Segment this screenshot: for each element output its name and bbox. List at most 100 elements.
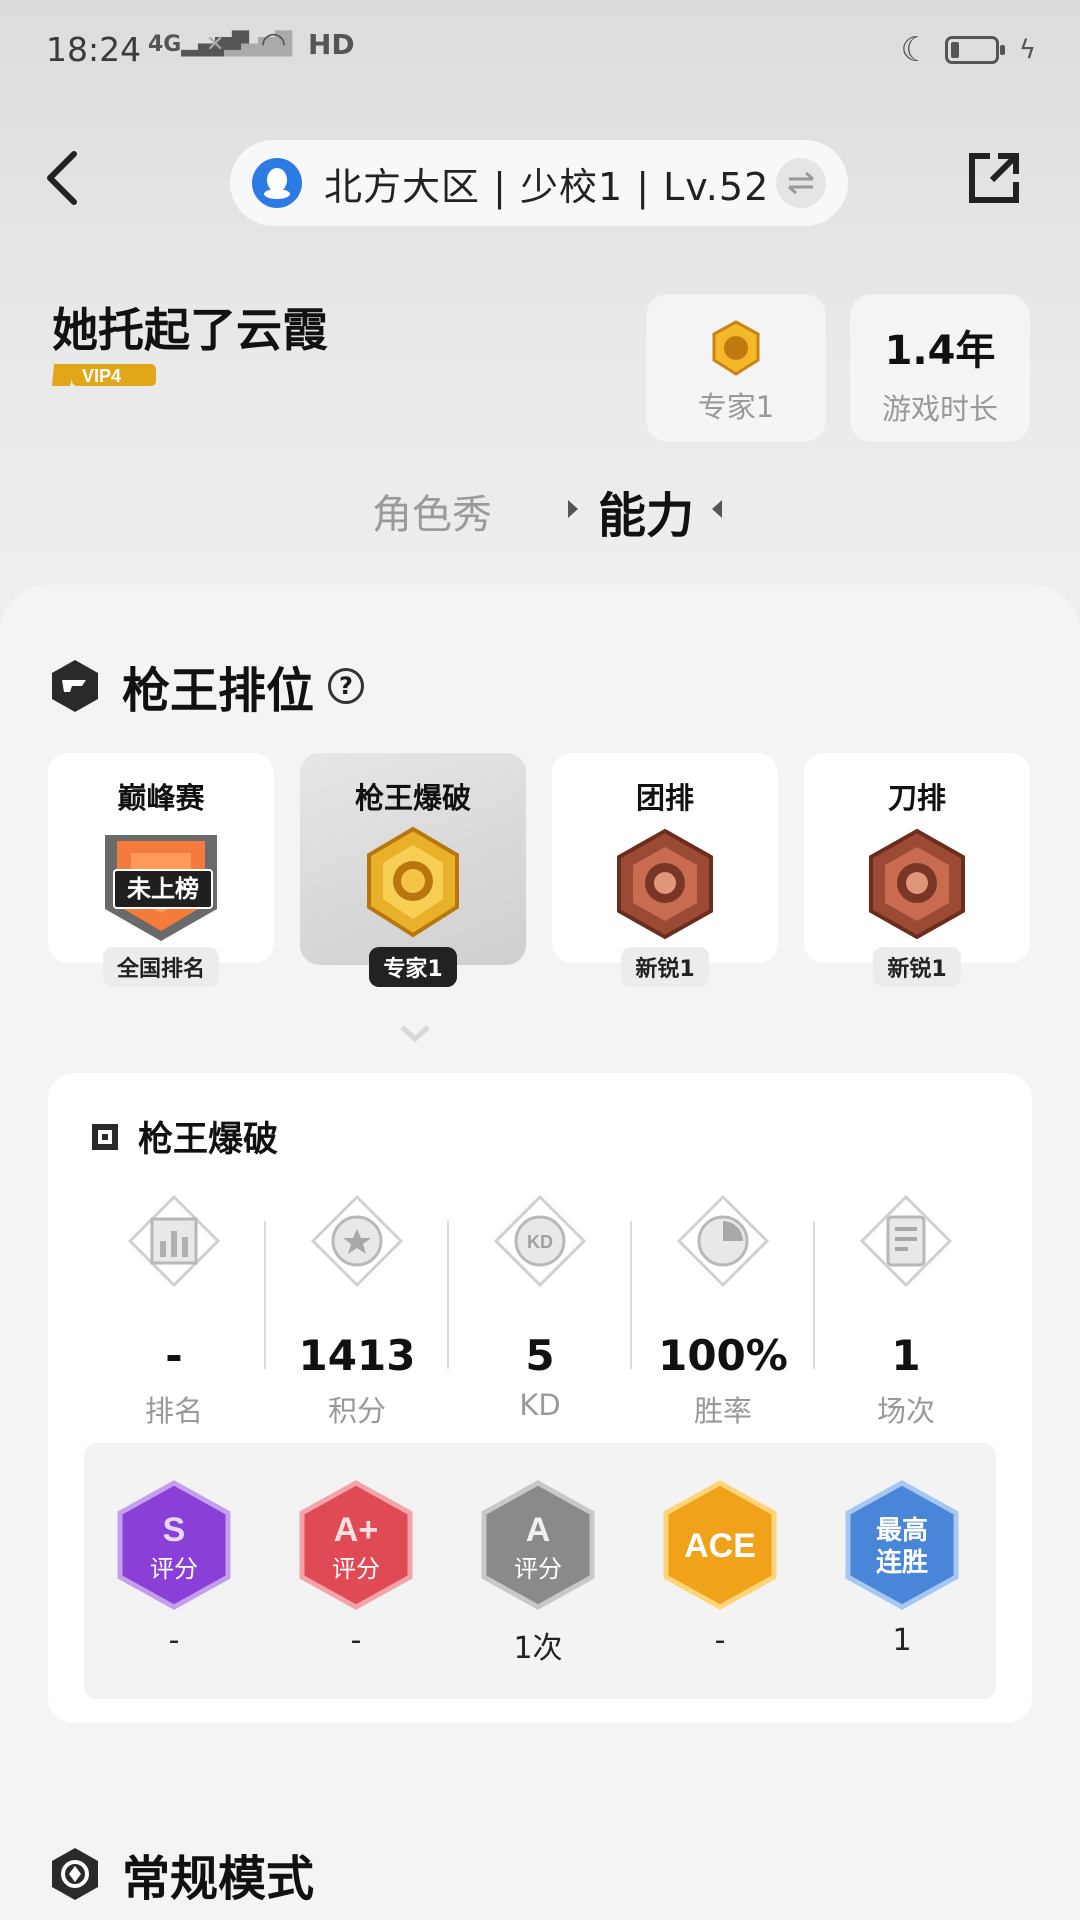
ace-grade-icon: ACE [663, 1480, 777, 1610]
grade-value: - [350, 1623, 362, 1658]
bronze-rank-medal-icon [605, 825, 725, 945]
status-time: 18:24 [46, 30, 142, 69]
grade-max-streak: 最高 连胜 1 [836, 1479, 968, 1658]
rank-medal-icon [712, 320, 760, 376]
hd-label: HD [308, 28, 355, 61]
grade-value: 1 [892, 1623, 912, 1658]
detail-panel-header: 枪王爆破 [90, 1111, 278, 1162]
stat-label: KD [519, 1388, 561, 1422]
stat-value: 1413 [298, 1331, 416, 1380]
grade-a-plus: A+ 评分 - [290, 1479, 422, 1658]
network-type-label: 4G [148, 32, 182, 57]
rank-card[interactable]: 专家1 [646, 294, 826, 442]
rank-card-name: 枪王爆破 [354, 781, 471, 815]
rank-card-name: 巅峰赛 [117, 781, 205, 815]
stat-score: 1413 积分 [267, 1194, 447, 1430]
s-grade-icon: S 评分 [117, 1480, 231, 1610]
grade-bottom-text: 评分 [332, 1555, 380, 1583]
grade-value: - [714, 1623, 726, 1658]
document-icon [859, 1194, 953, 1288]
rank-card-knife[interactable]: 刀排 新锐1 [804, 753, 1030, 987]
peak-badge-icon: 未上榜 [101, 825, 221, 945]
help-icon[interactable]: ? [328, 668, 365, 704]
status-bar: 18:24 4G▂▄▆█ ✕▂▄▆█ ◠ HD ☾ ϟ [0, 0, 1080, 100]
ranked-section-title: 枪王排位 [122, 663, 315, 719]
normal-mode-section-header: 常规模式 [50, 1839, 314, 1909]
grade-top-text: S [163, 1511, 186, 1549]
ranked-section-header: 枪王排位 ? [50, 651, 365, 721]
kd-icon: KD [493, 1194, 587, 1288]
grade-top-text: 最高 [876, 1515, 928, 1546]
stat-value: - [165, 1331, 183, 1380]
svg-text:KD: KD [527, 1232, 553, 1252]
grade-value: 1次 [513, 1631, 563, 1666]
not-listed-badge: 未上榜 [113, 869, 213, 909]
tab-character-show[interactable]: 角色秀 [372, 482, 492, 540]
star-medal-icon [310, 1194, 404, 1288]
rank-card-team[interactable]: 团排 新锐1 [552, 753, 778, 987]
cf-logo-icon [52, 660, 98, 712]
chevron-left-icon [47, 151, 77, 205]
username: 她托起了云霞 [52, 303, 328, 357]
stat-win-rate: 100% 胜率 [633, 1194, 813, 1430]
server-switcher[interactable]: 北方大区 | 少校1 | Lv.52 [230, 140, 848, 226]
tab-arrow-right-icon [712, 500, 722, 518]
max-streak-icon: 最高 连胜 [845, 1480, 959, 1610]
divider [264, 1221, 266, 1369]
stat-value: 100% [658, 1331, 788, 1380]
hd-icon: HD [308, 28, 355, 61]
server-info-text: 北方大区 | 少校1 | Lv.52 [324, 164, 770, 209]
battery-icon [944, 36, 1005, 64]
rank-card-peak[interactable]: 巅峰赛 未上榜 全国排名 [48, 753, 274, 987]
playtime-card: 1.4年 游戏时长 [850, 294, 1030, 442]
ability-sheet: 枪王排位 ? 巅峰赛 未上榜 全国排名 枪王爆破 专家1 团排 新锐1 刀排 新… [0, 585, 1080, 1920]
stat-rank: - 排名 [84, 1194, 264, 1430]
wifi-icon: ◠ [262, 26, 286, 61]
pie-chart-icon [676, 1194, 770, 1288]
playtime-value: 1.4年 [884, 328, 996, 374]
playtime-label: 游戏时长 [881, 392, 998, 426]
profile-tabs: 角色秀 能力 [0, 478, 1080, 548]
bar-chart-icon [127, 1194, 221, 1288]
rank-card-sniper-blast[interactable]: 枪王爆破 专家1 [300, 753, 526, 987]
detail-panel-title: 枪王爆破 [138, 1120, 279, 1160]
rank-card-label: 专家1 [697, 390, 775, 424]
share-button[interactable] [966, 150, 1022, 206]
a-plus-grade-icon: A+ 评分 [299, 1480, 413, 1610]
sniper-blast-detail-panel: 枪王爆破 - 排名 1413 积分 KD 5 KD 100% 胜率 1 场次 S… [48, 1073, 1032, 1723]
divider [630, 1221, 632, 1369]
grade-ace: ACE - [654, 1479, 786, 1658]
grade-bottom-text: 连胜 [876, 1548, 928, 1578]
normal-mode-icon [52, 1848, 98, 1900]
bronze-rank-medal-icon [857, 825, 977, 945]
grade-bottom-text: 评分 [150, 1555, 198, 1583]
back-button[interactable] [40, 148, 90, 208]
rank-cards: 巅峰赛 未上榜 全国排名 枪王爆破 专家1 团排 新锐1 刀排 新锐1 [48, 753, 1032, 987]
grade-top-text: A [526, 1511, 551, 1549]
grade-a: A 评分 1次 [472, 1479, 604, 1667]
share-icon [969, 153, 1019, 203]
stat-matches: 1 场次 [816, 1194, 996, 1430]
swap-icon[interactable] [776, 158, 826, 208]
rank-tag: 新锐1 [873, 947, 961, 987]
tab-ability[interactable]: 能力 [598, 476, 694, 546]
gold-rank-medal-icon [353, 825, 473, 945]
rank-tag: 全国排名 [102, 947, 219, 987]
tab-arrow-left-icon [568, 500, 578, 518]
divider [447, 1221, 449, 1369]
grade-top-text: ACE [684, 1527, 756, 1565]
qq-icon [252, 158, 302, 208]
stat-label: 场次 [876, 1394, 935, 1428]
divider [813, 1221, 815, 1369]
grade-value: - [168, 1623, 180, 1658]
grade-top-text: A+ [334, 1511, 378, 1549]
rank-card-name: 团排 [635, 781, 694, 815]
rank-tag: 新锐1 [621, 947, 709, 987]
a-grade-icon: A 评分 [481, 1480, 595, 1610]
grade-summary: S 评分 - A+ 评分 - A 评分 1次 ACE - 最高 连胜 1 [84, 1443, 996, 1699]
mode-icon [92, 1123, 118, 1150]
vip-badge: VIP4 [52, 364, 156, 386]
stat-label: 排名 [144, 1394, 203, 1428]
rank-tag: 专家1 [369, 947, 457, 987]
normal-mode-title: 常规模式 [122, 1851, 315, 1907]
